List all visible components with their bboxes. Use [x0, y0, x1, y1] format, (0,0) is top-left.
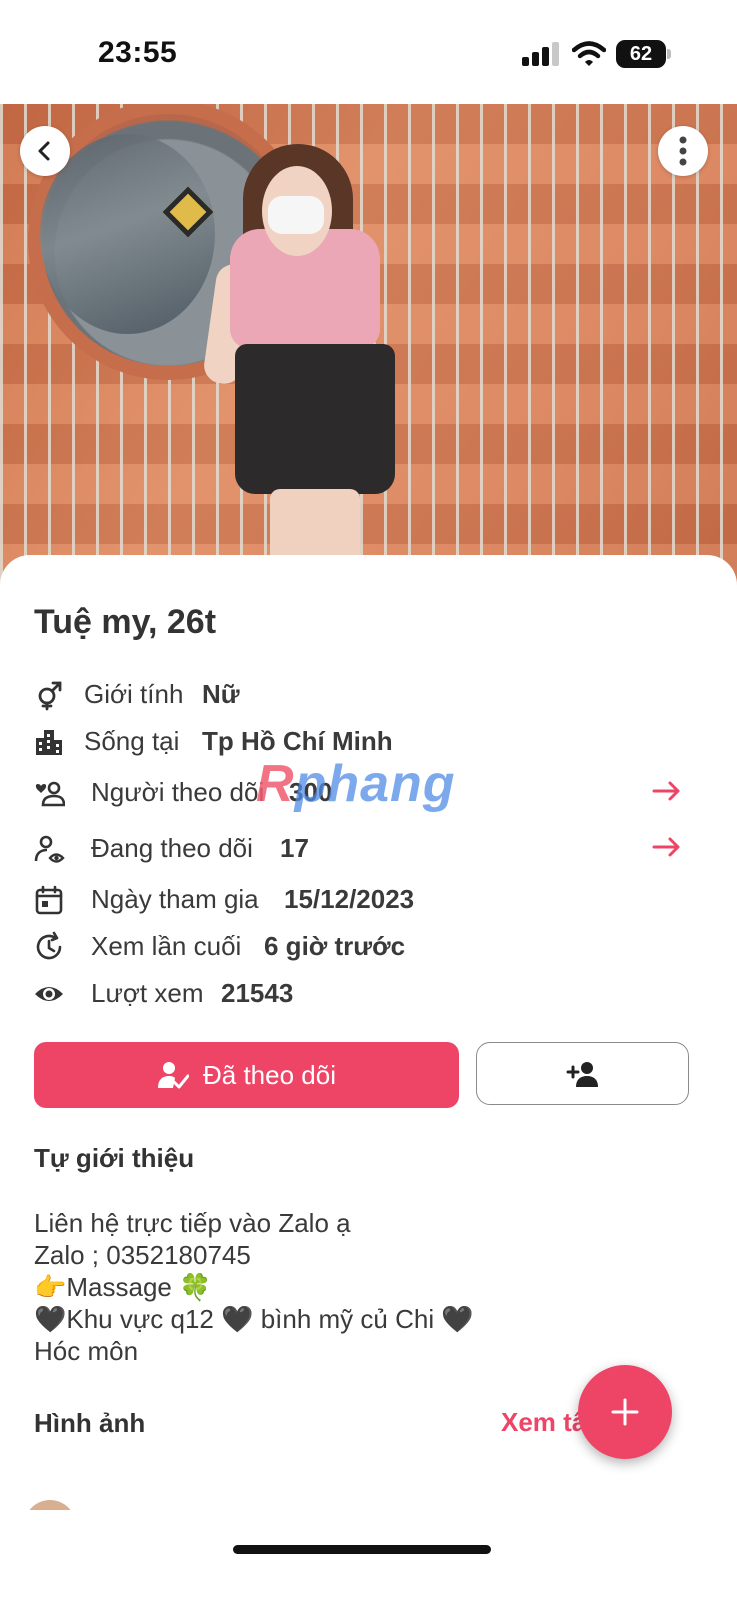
last-seen-label: Xem lần cuối [91, 931, 242, 961]
bottom-safe-area [0, 1510, 737, 1600]
more-vertical-icon [679, 136, 687, 166]
following-button-label: Đã theo dõi [203, 1059, 336, 1090]
location-label: Sống tại [84, 726, 180, 756]
chevron-left-icon [38, 141, 50, 161]
watermark-logo: Rphang [256, 754, 456, 814]
profile-name: Tuệ my, 26t [34, 603, 217, 641]
status-time: 23:55 [98, 36, 178, 69]
following-row[interactable]: Đang theo dõi 17 [0, 827, 737, 867]
gender-value: Nữ [202, 679, 240, 709]
followers-label: Người theo dõi [91, 777, 265, 807]
history-icon [36, 931, 62, 960]
views-row: Lượt xem 21543 [0, 972, 737, 1012]
about-text: Liên hệ trực tiếp vào Zalo ạ Zalo ; 0352… [34, 1208, 474, 1366]
eye-icon [35, 987, 63, 1001]
user-plus-icon [566, 1061, 598, 1087]
building-icon [36, 730, 62, 755]
following-icon [34, 835, 65, 863]
battery-indicator: 62 [616, 40, 666, 68]
plus-icon [611, 1398, 639, 1426]
arrow-right-icon [652, 781, 680, 801]
calendar-icon [35, 885, 63, 915]
photos-title: Hình ảnh [34, 1408, 146, 1438]
joined-row: Ngày tham gia 15/12/2023 [0, 878, 737, 918]
more-options-button[interactable] [658, 126, 708, 176]
cellular-signal-icon [522, 42, 560, 66]
create-post-button[interactable] [578, 1365, 672, 1459]
watermark-prefix: R [256, 755, 295, 813]
add-friend-button[interactable] [476, 1042, 689, 1105]
gender-label: Giới tính [84, 679, 184, 709]
following-button[interactable]: Đã theo dõi [34, 1042, 459, 1108]
arrow-right-icon [652, 837, 680, 857]
photo-person-mask [268, 196, 324, 234]
joined-date: 15/12/2023 [284, 884, 415, 914]
last-seen-row: Xem lần cuối 6 giờ trước [0, 925, 737, 965]
following-label: Đang theo dõi [91, 833, 253, 863]
battery-tip [667, 49, 671, 59]
gender-icon [38, 681, 62, 711]
followers-icon [35, 781, 65, 807]
profile-cover-photo[interactable] [0, 104, 737, 590]
gender-row: Giới tính Nữ [0, 673, 737, 713]
back-button[interactable] [20, 126, 70, 176]
last-seen-value: 6 giờ trước [264, 931, 406, 961]
photo-person-skirt [235, 344, 395, 494]
joined-label: Ngày tham gia [91, 884, 259, 914]
location-value: Tp Hồ Chí Minh [202, 726, 393, 756]
following-count: 17 [280, 833, 309, 863]
home-indicator[interactable] [233, 1545, 491, 1554]
views-count: 21543 [221, 978, 294, 1008]
about-title: Tự giới thiệu [34, 1143, 195, 1173]
views-label: Lượt xem [91, 978, 204, 1008]
wifi-icon [572, 41, 606, 66]
user-check-icon [158, 1062, 189, 1089]
watermark-text: phang [294, 755, 456, 813]
status-bar: 23:55 62 [0, 0, 737, 104]
